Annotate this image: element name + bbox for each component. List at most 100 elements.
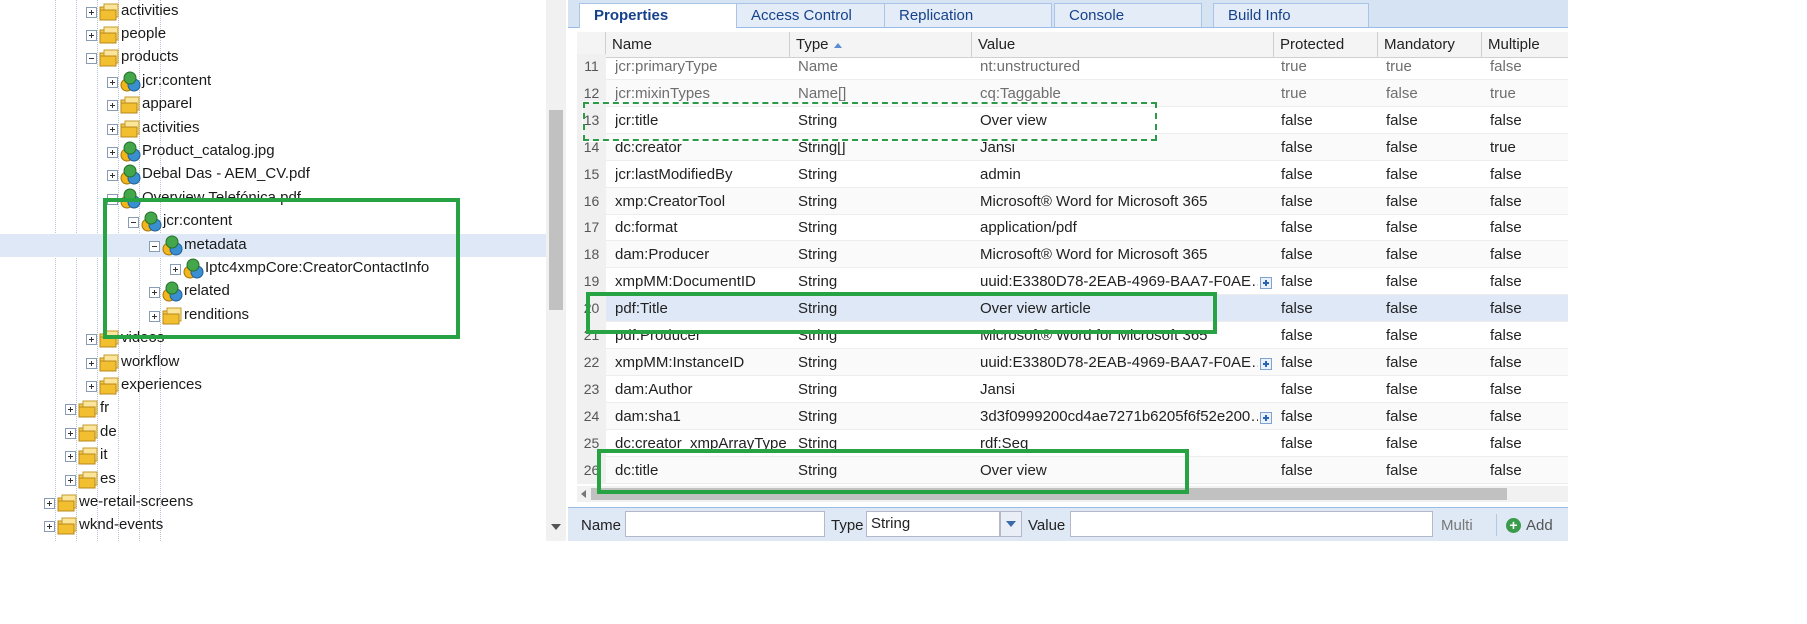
- property-mandatory-cell: false: [1386, 273, 1418, 291]
- property-row[interactable]: 20 pdf:Title String Over view article false f…: [577, 295, 1568, 323]
- property-row[interactable]: 24 dam:sha1 String 3d3f0999200cd4ae7271b620…: [577, 402, 1568, 430]
- property-value-cell: nt:unstructured: [980, 58, 1081, 75]
- tree-node[interactable]: apparel: [107, 93, 544, 116]
- expand-icon[interactable]: [44, 521, 55, 533]
- property-row[interactable]: 12 jcr:mixinTypes Name[] cq:Taggable true fal…: [577, 79, 1568, 107]
- property-row[interactable]: 14 dc:creator String[] Jansi false false true: [577, 133, 1568, 161]
- tree-node[interactable]: people: [86, 23, 544, 46]
- expand-icon[interactable]: [170, 263, 181, 275]
- expand-icon[interactable]: [65, 404, 76, 416]
- tree-node-label: products: [121, 48, 179, 66]
- tree-node[interactable]: fr: [65, 397, 544, 420]
- expand-icon[interactable]: [65, 451, 76, 463]
- property-type-cell: String: [798, 327, 838, 344]
- tree-node[interactable]: de: [65, 421, 544, 444]
- expand-icon[interactable]: [65, 427, 76, 439]
- tree-node[interactable]: es: [65, 468, 544, 491]
- property-name-input[interactable]: [625, 511, 825, 537]
- tree-node[interactable]: experiences: [86, 374, 544, 397]
- tree-node[interactable]: Product_catalog.jpg: [107, 140, 544, 163]
- expand-icon[interactable]: [107, 100, 118, 112]
- multi-toggle[interactable]: Multi: [1441, 517, 1473, 534]
- property-multiple-cell: false: [1490, 246, 1522, 264]
- expand-icon[interactable]: [86, 6, 97, 18]
- tree-node-label: people: [121, 24, 167, 42]
- grid-horizontal-scrollbar[interactable]: [577, 486, 1568, 502]
- tree-node-label: fr: [100, 399, 110, 417]
- tree-node[interactable]: Overview Telefónica.pdf: [107, 187, 544, 210]
- tree-scrollbar[interactable]: [546, 0, 566, 541]
- properties-grid-body: 11 jcr:primaryType Name nt:unstructured true…: [577, 54, 1568, 486]
- property-row[interactable]: 16 xmp:CreatorTool String Microsoft® Word f…: [577, 187, 1568, 215]
- property-row[interactable]: 15 jcr:lastModifiedBy String admin false fals…: [577, 160, 1568, 188]
- tree-node[interactable]: products: [86, 46, 544, 69]
- collapse-icon[interactable]: [86, 53, 97, 65]
- tree-node-label: activities: [142, 118, 200, 136]
- expand-icon[interactable]: [86, 380, 97, 392]
- tree-node[interactable]: renditions: [149, 304, 544, 327]
- expand-icon[interactable]: [107, 146, 118, 158]
- tab-access-control[interactable]: Access Control: [736, 3, 890, 27]
- property-value-input[interactable]: [1070, 511, 1433, 537]
- expand-icon[interactable]: [65, 474, 76, 486]
- expand-value-icon[interactable]: [1260, 277, 1272, 290]
- tree-node[interactable]: videos: [86, 327, 544, 350]
- property-row[interactable]: 21 pdf:Producer String Microsoft® Word for …: [577, 322, 1568, 349]
- tree-node[interactable]: related: [149, 280, 544, 303]
- collapse-icon[interactable]: [149, 240, 160, 252]
- expand-icon[interactable]: [86, 334, 97, 346]
- tree-node[interactable]: metadata: [0, 233, 546, 257]
- property-row[interactable]: 23 dam:Author String Jansi false false false: [577, 375, 1568, 403]
- tree-scrollbar-thumb[interactable]: [549, 110, 563, 310]
- expand-icon[interactable]: [107, 170, 118, 182]
- folder-icon: [98, 1, 120, 23]
- property-row[interactable]: 26 dc:title String Over view false false false: [577, 456, 1568, 484]
- tab-replication[interactable]: Replication: [884, 3, 1052, 27]
- tab-build-info[interactable]: Build Info: [1213, 3, 1369, 27]
- tree-node[interactable]: Iptc4xmpCore:CreatorContactInfo: [170, 257, 544, 280]
- tree-node[interactable]: Debal Das - AEM_CV.pdf: [107, 163, 544, 186]
- expand-icon[interactable]: [107, 123, 118, 135]
- property-row[interactable]: 11 jcr:primaryType Name nt:unstructured true…: [577, 54, 1568, 80]
- expand-icon[interactable]: [86, 29, 97, 41]
- collapse-icon[interactable]: [107, 193, 118, 205]
- property-row[interactable]: 25 dc:creator_xmpArrayType String rdf:Seq fa…: [577, 429, 1568, 457]
- scroll-down-arrow-icon[interactable]: [551, 524, 561, 530]
- tree-node[interactable]: jcr:content: [128, 210, 544, 233]
- tab-console[interactable]: Console: [1054, 3, 1202, 27]
- row-number: 18: [577, 241, 606, 269]
- expand-icon[interactable]: [149, 287, 160, 299]
- property-type-select[interactable]: String: [866, 511, 1000, 537]
- row-number: 13: [577, 106, 606, 134]
- tab-properties[interactable]: Properties: [579, 3, 737, 28]
- grid-scrollbar-thumb[interactable]: [591, 488, 1507, 500]
- tree-node[interactable]: we-retail-screens: [44, 491, 544, 514]
- property-value-cell: Jansi: [980, 380, 1016, 398]
- collapse-icon[interactable]: [128, 217, 139, 229]
- property-value-cell: uuid:E3380D78-2EAB-4969-BAA7-F0AE…: [980, 273, 1258, 291]
- expand-icon[interactable]: [149, 310, 160, 322]
- property-row[interactable]: 19 xmpMM:DocumentID String uuid:E3380D78-2E…: [577, 268, 1568, 296]
- tree-node-label: jcr:content: [163, 212, 233, 230]
- scroll-left-arrow-icon[interactable]: [581, 490, 586, 498]
- property-row[interactable]: 18 dam:Producer String Microsoft® Word for …: [577, 241, 1568, 269]
- property-mandatory-cell: false: [1386, 165, 1418, 183]
- expand-icon[interactable]: [86, 357, 97, 369]
- add-property-button[interactable]: + Add: [1506, 514, 1553, 536]
- property-row[interactable]: 13 jcr:title String Over view false false fals…: [577, 106, 1568, 134]
- expand-icon[interactable]: [44, 497, 55, 509]
- tree-node-label: Iptc4xmpCore:CreatorContactInfo: [205, 258, 430, 276]
- expand-icon[interactable]: [107, 76, 118, 88]
- tree-node[interactable]: activities: [86, 0, 544, 23]
- tree-node[interactable]: jcr:content: [107, 70, 544, 93]
- property-row[interactable]: 22 xmpMM:InstanceID String uuid:E3380D78-2E…: [577, 348, 1568, 376]
- property-value-cell: admin: [980, 165, 1021, 183]
- chevron-down-icon[interactable]: [1000, 511, 1022, 537]
- tree-node[interactable]: wknd-events: [44, 514, 544, 537]
- property-row[interactable]: 17 dc:format String application/pdf false fal…: [577, 214, 1568, 242]
- tree-node[interactable]: it: [65, 444, 544, 467]
- expand-value-icon[interactable]: [1260, 411, 1272, 424]
- expand-value-icon[interactable]: [1260, 357, 1272, 370]
- tree-node[interactable]: workflow: [86, 351, 544, 374]
- tree-node[interactable]: activities: [107, 117, 544, 140]
